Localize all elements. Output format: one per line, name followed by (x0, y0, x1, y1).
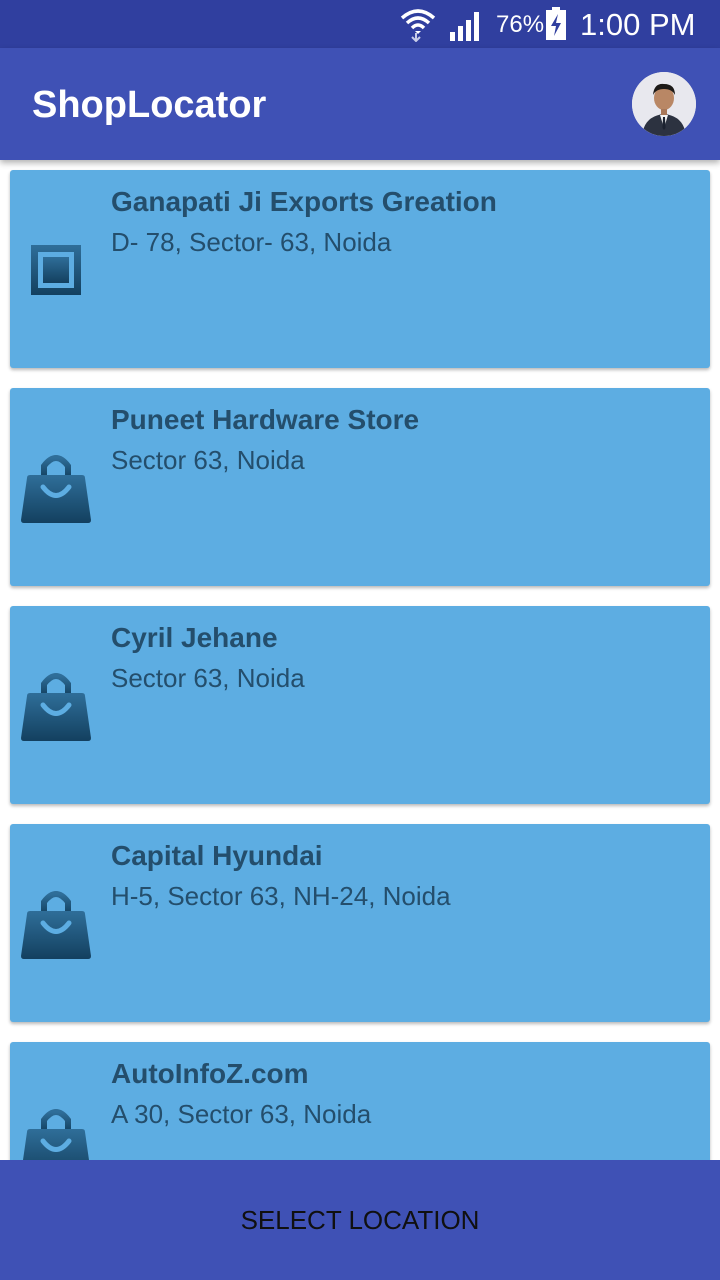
select-location-button[interactable]: SELECT LOCATION (0, 1160, 720, 1280)
shop-name: AutoInfoZ.com (111, 1058, 309, 1089)
shop-name: Capital Hyundai (111, 840, 323, 871)
shop-address: D- 78, Sector- 63, Noida (111, 227, 392, 257)
shop-list[interactable]: Ganapati Ji Exports Greation D- 78, Sect… (0, 160, 720, 1160)
shop-address: Sector 63, Noida (111, 445, 305, 475)
shop-card[interactable]: Cyril Jehane Sector 63, Noida (10, 606, 710, 804)
status-bar: 76% 1:00 PM (0, 0, 720, 48)
square-store-icon (31, 245, 81, 295)
shop-name: Ganapati Ji Exports Greation (111, 186, 497, 217)
clock: 1:00 PM (580, 7, 696, 42)
shop-address: A 30, Sector 63, Noida (111, 1099, 372, 1129)
shopping-bag-icon (21, 673, 91, 741)
shopping-bag-icon (21, 891, 91, 959)
bottom-bar: SELECT LOCATION (0, 1160, 720, 1280)
person-icon (632, 72, 696, 136)
shop-card[interactable]: Capital Hyundai H-5, Sector 63, NH-24, N… (10, 824, 710, 1022)
shopping-bag-icon (23, 1109, 89, 1160)
shop-name: Puneet Hardware Store (111, 404, 420, 435)
app-title: ShopLocator (32, 84, 267, 126)
shop-name: Cyril Jehane (111, 622, 278, 653)
signal-icon (450, 12, 479, 41)
shopping-bag-icon (21, 455, 91, 523)
shop-card[interactable]: Ganapati Ji Exports Greation D- 78, Sect… (10, 170, 710, 368)
shop-address: H-5, Sector 63, NH-24, Noida (111, 881, 451, 911)
battery-percent: 76% (496, 11, 545, 38)
shop-address: Sector 63, Noida (111, 663, 305, 693)
user-avatar[interactable] (632, 72, 696, 136)
shop-card[interactable]: Puneet Hardware Store Sector 63, Noida (10, 388, 710, 586)
wifi-icon (400, 9, 436, 42)
shop-card[interactable]: AutoInfoZ.com A 30, Sector 63, Noida (10, 1042, 710, 1160)
app-bar: ShopLocator (0, 48, 720, 160)
battery-charging-icon (546, 7, 566, 40)
